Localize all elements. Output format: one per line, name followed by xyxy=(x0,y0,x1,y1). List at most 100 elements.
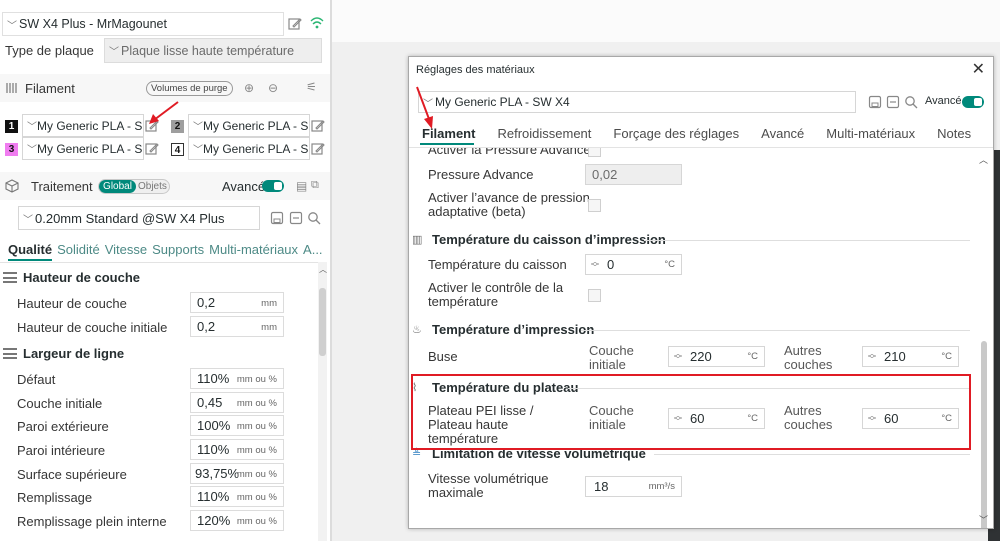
edit-filament-icon[interactable] xyxy=(311,142,325,156)
tab-others[interactable]: A... xyxy=(303,242,323,257)
add-filament-icon[interactable]: ⊕ xyxy=(244,81,258,95)
tab-notes[interactable]: Notes xyxy=(937,126,971,141)
active-tab-indicator xyxy=(420,143,474,145)
tab-speed[interactable]: Vitesse xyxy=(105,242,147,257)
scroll-up-icon[interactable]: ︿ xyxy=(319,264,327,275)
group-divider xyxy=(581,330,970,331)
scrollbar-thumb[interactable] xyxy=(981,341,987,528)
param-unit: mm ou % xyxy=(236,398,277,409)
param-input[interactable]: 120% mm ou % xyxy=(190,510,284,531)
filament-name: My Generic PLA - S... xyxy=(37,141,144,156)
global-objects-toggle[interactable]: Global Objets xyxy=(98,179,170,194)
filament-name: My Generic PLA - S... xyxy=(203,118,310,133)
spin-arrows-icon[interactable]: ︿ ﹀ xyxy=(672,349,684,363)
params-scrollbar[interactable]: ︿ xyxy=(318,262,327,541)
param-input[interactable]: 0,45 mm ou % xyxy=(190,392,284,413)
tab-setting-overrides[interactable]: Forçage des réglages xyxy=(613,126,739,141)
save-icon[interactable] xyxy=(868,95,882,109)
purge-volumes-button[interactable]: Volumes de purge xyxy=(146,81,233,96)
group-title: Hauteur de couche xyxy=(23,269,141,285)
param-input[interactable]: 110% mm ou % xyxy=(190,439,284,460)
param-value: 110% xyxy=(197,442,230,457)
param-input[interactable]: 0,2 mm xyxy=(190,316,284,337)
tabs-divider xyxy=(0,262,318,263)
filament-settings-icon[interactable]: ⚟ xyxy=(306,80,320,94)
remove-filament-icon[interactable]: ⊖ xyxy=(268,81,282,95)
filament-color-swatch[interactable]: 3 xyxy=(5,143,18,156)
dialog-scrollbar[interactable]: ︿ ﹀ xyxy=(979,153,989,528)
param-input[interactable]: 0,2 mm xyxy=(190,292,284,313)
spin-arrows-icon[interactable]: ︿ ﹀ xyxy=(866,349,878,363)
printer-name: SW X4 Plus - MrMagounet xyxy=(19,17,167,31)
delete-icon[interactable] xyxy=(289,211,303,225)
plate-type-select[interactable]: ﹀ Plaque lisse haute température xyxy=(104,38,322,63)
chamber-temp-input[interactable]: ︿ ﹀ 0 °C xyxy=(585,254,682,275)
adaptive-pa-checkbox[interactable] xyxy=(588,199,601,212)
filament-select[interactable]: ﹀ My Generic PLA - S... xyxy=(22,114,144,137)
material-preset-value: My Generic PLA - SW X4 xyxy=(435,95,570,109)
unit: °C xyxy=(664,259,675,270)
tab-multimaterial[interactable]: Multi-matériaux xyxy=(826,126,915,141)
search-icon[interactable] xyxy=(307,211,321,225)
printer-select[interactable]: ﹀ SW X4 Plus - MrMagounet xyxy=(2,12,284,36)
filament-select[interactable]: ﹀ My Generic PLA - S... xyxy=(22,137,144,160)
tab-filament[interactable]: Filament xyxy=(422,126,475,141)
chamber-control-checkbox[interactable] xyxy=(588,289,601,302)
tab-cooling[interactable]: Refroidissement xyxy=(497,126,591,141)
filament-title: Filament xyxy=(25,80,75,96)
tab-multimaterial[interactable]: Multi-matériaux xyxy=(209,242,298,257)
param-unit: mm ou % xyxy=(236,374,277,385)
filament-color-swatch[interactable]: 4 xyxy=(171,143,184,156)
chevron-down-icon: ﹀ xyxy=(27,145,37,156)
objects-option[interactable]: Objets xyxy=(138,180,167,193)
chevron-down-icon: ﹀ xyxy=(109,47,119,58)
nozzle-other-layers-input[interactable]: ︿ ﹀ 210 °C xyxy=(862,346,959,367)
tab-strength[interactable]: Solidité xyxy=(57,242,100,257)
group-title: Largeur de ligne xyxy=(23,345,125,361)
param-input[interactable]: 110% mm ou % xyxy=(190,486,284,507)
edit-filament-icon[interactable] xyxy=(311,119,325,133)
copy-settings-icon[interactable]: ⧉ xyxy=(311,179,325,193)
param-value: 110% xyxy=(197,489,230,504)
compare-icon[interactable]: ▤ xyxy=(296,179,310,193)
annotation-arrow xyxy=(416,86,433,129)
filament-select[interactable]: ﹀ My Generic PLA - S... xyxy=(188,137,310,160)
scrollbar-thumb[interactable] xyxy=(319,288,326,356)
tab-quality[interactable]: Qualité xyxy=(8,242,52,257)
group-divider xyxy=(654,454,970,455)
save-icon[interactable] xyxy=(270,211,284,225)
group-chamber-temperature: ▥ Température du caisson d’impression xyxy=(412,232,666,247)
wifi-icon[interactable] xyxy=(310,16,324,30)
process-advanced-toggle[interactable] xyxy=(262,180,284,192)
process-title: Traitement xyxy=(31,178,93,194)
delete-icon[interactable] xyxy=(886,95,900,109)
layer-height-icon xyxy=(3,271,17,283)
chamber-icon: ▥ xyxy=(412,233,423,246)
process-preset-select[interactable]: ﹀ 0.20mm Standard @SW X4 Plus xyxy=(18,206,260,230)
tab-support[interactable]: Supports xyxy=(152,242,204,257)
param-input[interactable]: 100% mm ou % xyxy=(190,415,284,436)
edit-filament-icon[interactable] xyxy=(145,142,159,156)
param-input[interactable]: 93,75% mm ou % xyxy=(190,463,284,484)
search-icon[interactable] xyxy=(904,95,918,109)
scroll-down-icon[interactable]: ﹀ xyxy=(979,513,988,526)
param-unit: mm ou % xyxy=(236,516,277,527)
filament-color-swatch[interactable]: 1 xyxy=(5,120,18,133)
close-icon[interactable]: ✕ xyxy=(972,59,985,79)
max-volumetric-input[interactable]: 18 mm³/s xyxy=(585,476,682,497)
dialog-advanced-toggle[interactable] xyxy=(962,96,984,108)
process-preset-value: 0.20mm Standard @SW X4 Plus xyxy=(35,210,225,226)
pa-enable-checkbox[interactable] xyxy=(588,148,601,157)
nozzle-other-layers-value: 210 xyxy=(884,349,906,364)
nozzle-first-layer-input[interactable]: ︿ ﹀ 220 °C xyxy=(668,346,765,367)
scroll-up-icon[interactable]: ︿ xyxy=(979,153,988,166)
spin-arrows-icon[interactable]: ︿ ﹀ xyxy=(589,257,601,271)
edit-icon[interactable] xyxy=(288,17,302,31)
tab-advanced[interactable]: Avancé xyxy=(761,126,804,141)
param-input[interactable]: 110% mm ou % xyxy=(190,368,284,389)
material-preset-select[interactable]: ﹀ My Generic PLA - SW X4 xyxy=(418,91,856,113)
global-option[interactable]: Global xyxy=(99,180,136,193)
dialog-title: Réglages des matériaux xyxy=(416,64,535,76)
filament-select[interactable]: ﹀ My Generic PLA - S... xyxy=(188,114,310,137)
pa-input[interactable]: 0,02 xyxy=(585,164,682,185)
